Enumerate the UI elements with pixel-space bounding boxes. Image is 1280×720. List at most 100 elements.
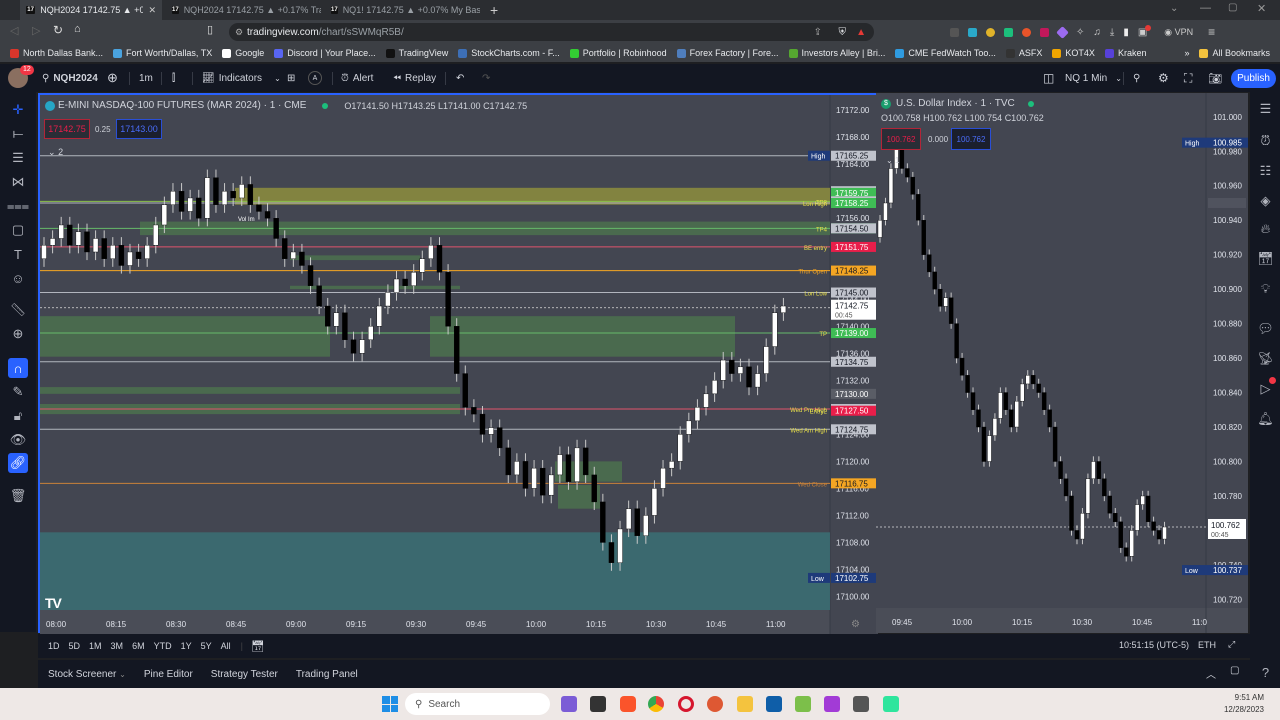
reload-icon[interactable]: ↻ xyxy=(53,23,63,37)
bell-icon[interactable]: 🔔︎ xyxy=(1257,410,1274,427)
interval-button[interactable]: 1m xyxy=(139,70,153,86)
app-taskbar-icon[interactable] xyxy=(795,696,811,712)
indicators-collapse-toggle[interactable]: ⌄ 1 xyxy=(886,156,899,165)
symbol-search-button[interactable]: ⚲ NQH2024 xyxy=(42,70,98,86)
collapse-panel-chevron-up-icon[interactable]: ︿ xyxy=(1206,666,1216,681)
bookmark-item[interactable]: Fort Worth/Dallas, TX xyxy=(113,48,212,58)
vpn-button[interactable]: ◉ VPN xyxy=(1164,27,1193,38)
duckduckgo-taskbar-icon[interactable] xyxy=(707,696,723,712)
bookmark-item[interactable]: Discord | Your Place... xyxy=(274,48,376,58)
settings-gear-icon[interactable]: ⚙ xyxy=(1158,70,1169,86)
range-button-5d[interactable]: 5D xyxy=(69,641,81,651)
extension-icon[interactable] xyxy=(1056,25,1069,39)
range-button-1d[interactable]: 1D xyxy=(48,641,60,651)
watchlist-icon[interactable]: ☰ xyxy=(1257,100,1274,117)
copilot-taskbar-icon[interactable] xyxy=(561,696,577,712)
app-taskbar-icon[interactable] xyxy=(883,696,899,712)
bookmark-item[interactable]: KOT4X xyxy=(1052,48,1095,58)
bookmark-item[interactable]: ASFX xyxy=(1005,48,1042,58)
range-button-ytd[interactable]: YTD xyxy=(154,641,172,651)
text-tool-icon[interactable]: T xyxy=(8,244,28,264)
layout-split-icon[interactable]: ◫ xyxy=(1043,70,1054,86)
symbol-title[interactable]: U.S. Dollar Index · 1 · TVC xyxy=(896,98,1015,109)
forecasting-icon[interactable]: ⩶ xyxy=(7,196,29,216)
bookmark-page-icon[interactable]: ▯ xyxy=(207,23,213,36)
bookmark-item[interactable]: Kraken xyxy=(1104,48,1146,58)
buy-button[interactable]: 17143.00 xyxy=(116,119,162,139)
range-button-all[interactable]: All xyxy=(221,641,231,651)
brave-rewards-icon[interactable]: ▲ xyxy=(856,27,866,38)
bookmark-item[interactable]: TradingView xyxy=(385,48,448,58)
bookmark-item[interactable]: Portfolio | Robinhood xyxy=(569,48,667,58)
indicators-collapse-toggle[interactable]: ⌄ 2 xyxy=(48,147,63,158)
download-icon[interactable]: ⤓ xyxy=(1110,27,1114,38)
crosshair-icon[interactable]: ✛ xyxy=(8,100,28,120)
taskbar-time[interactable]: 9:51 AM xyxy=(1222,693,1264,702)
chevron-down-icon[interactable]: ⌄ xyxy=(274,74,281,83)
bookmark-item[interactable]: CME FedWatch Too... xyxy=(895,48,996,58)
extension-icon[interactable] xyxy=(1004,27,1013,37)
nq-chart-pane[interactable]: TP3Lon HighTP4BE entryThur OpenLon LowTP… xyxy=(38,93,878,635)
taskbar-search-box[interactable]: ⚲ Search xyxy=(405,693,550,715)
site-info-icon[interactable]: ⚙ xyxy=(235,27,243,38)
app-taskbar-icon[interactable] xyxy=(824,696,840,712)
sidebar-toggle-icon[interactable]: ▮ xyxy=(1123,27,1129,38)
back-icon[interactable]: ◁ xyxy=(10,24,18,37)
patterns-icon[interactable]: ⋈ xyxy=(8,172,28,192)
layout-name-button[interactable]: NQ 1 Min ⌄ xyxy=(1065,70,1122,86)
alerts-clock-icon[interactable]: ⏰︎ xyxy=(1257,132,1274,149)
bookmark-item[interactable]: Investors Alley | Bri... xyxy=(788,48,885,58)
file-explorer-taskbar-icon[interactable] xyxy=(737,696,753,712)
extensions-puzzle-icon[interactable]: ✧ xyxy=(1076,27,1084,38)
zoom-in-icon[interactable]: ⊕ xyxy=(8,324,28,344)
app-taskbar-icon[interactable] xyxy=(590,696,606,712)
url-field[interactable]: ⚙ tradingview.com/chart/sSWMqR5B/ ⇪ ⛨ ▲ xyxy=(229,23,874,41)
geometric-shapes-icon[interactable]: ▢ xyxy=(8,220,28,240)
replay-button[interactable]: ⏪︎ Replay xyxy=(393,70,436,86)
session-button[interactable]: ETH xyxy=(1198,640,1216,650)
windows-start-icon[interactable] xyxy=(382,696,398,712)
camera-snapshot-icon[interactable]: 📷︎ xyxy=(1208,70,1222,86)
expand-corner-icon[interactable]: ⤢ xyxy=(1228,639,1235,650)
new-tab-button[interactable]: + xyxy=(490,2,498,18)
goto-date-calendar-icon[interactable]: 📅︎ xyxy=(251,640,265,653)
help-icon[interactable]: ? xyxy=(1257,664,1274,681)
sell-button[interactable]: 17142.75 xyxy=(44,119,90,139)
range-button-1y[interactable]: 1Y xyxy=(181,641,192,651)
symbol-title[interactable]: E-MINI NASDAQ-100 FUTURES (MAR 2024) · 1… xyxy=(58,100,306,111)
forward-icon[interactable]: ▷ xyxy=(32,24,40,37)
range-button-1m[interactable]: 1M xyxy=(89,641,102,651)
range-button-5y[interactable]: 5Y xyxy=(201,641,212,651)
browser-tab[interactable]: 17 NQ1! 17142.75 ▲ +0.07% My Basic Ch xyxy=(325,0,480,20)
range-button-3m[interactable]: 3M xyxy=(111,641,124,651)
more-bookmarks-icon[interactable]: » xyxy=(1184,48,1189,58)
alert-button[interactable]: ⏰︎ Alert xyxy=(341,70,373,86)
chevron-down-icon[interactable]: ⌄ xyxy=(119,670,126,679)
avatar[interactable]: 12 xyxy=(8,65,34,88)
tab-strategy-tester[interactable]: Strategy Tester xyxy=(211,669,278,680)
nq-chart-canvas[interactable]: TP3Lon HighTP4BE entryThur OpenLon LowTP… xyxy=(40,95,878,635)
compare-add-symbol-icon[interactable]: ⊕ xyxy=(107,70,118,86)
store-taskbar-icon[interactable] xyxy=(766,696,782,712)
fib-retracement-icon[interactable]: ☰ xyxy=(8,148,28,168)
chart-type-candles-icon[interactable]: ⫿ xyxy=(172,70,175,86)
auto-icon[interactable]: A xyxy=(308,71,322,85)
app-taskbar-icon[interactable] xyxy=(853,696,869,712)
hide-drawings-eye-icon[interactable]: 👁︎ xyxy=(8,430,28,450)
quick-search-icon[interactable]: ⚲ xyxy=(1133,70,1140,86)
chat-icon[interactable]: 💬︎ xyxy=(1257,320,1274,337)
close-tab-icon[interactable]: ✕ xyxy=(148,5,156,16)
indicators-button[interactable]: 📈︎ Indicators ⌄ xyxy=(202,70,281,86)
opera-taskbar-icon[interactable] xyxy=(678,696,694,712)
axis-settings-icon[interactable]: ⚙ xyxy=(851,619,860,630)
browser-tab[interactable]: 17 NQH2024 17142.75 ▲ +0.17% TradeF xyxy=(166,0,321,20)
browser-menu-icon[interactable]: ≡ xyxy=(1208,25,1215,39)
templates-grid-icon[interactable]: ⊞ xyxy=(287,70,295,86)
ruler-icon[interactable]: 📏︎ xyxy=(8,300,28,320)
fullscreen-icon[interactable]: ⛶ xyxy=(1184,70,1192,86)
taskbar-date[interactable]: 12/28/2023 xyxy=(1216,705,1264,714)
notifications-icon[interactable]: ▣ xyxy=(1138,24,1152,38)
browser-tab[interactable]: 17 NQH2024 17142.75 ▲ +0.07% NQ ✕ xyxy=(20,0,162,20)
dxy-chart-pane[interactable]: 101.000 100.980 100.960 100.940 100.920 100.9… xyxy=(876,93,1248,633)
home-icon[interactable]: ⌂ xyxy=(74,23,81,35)
